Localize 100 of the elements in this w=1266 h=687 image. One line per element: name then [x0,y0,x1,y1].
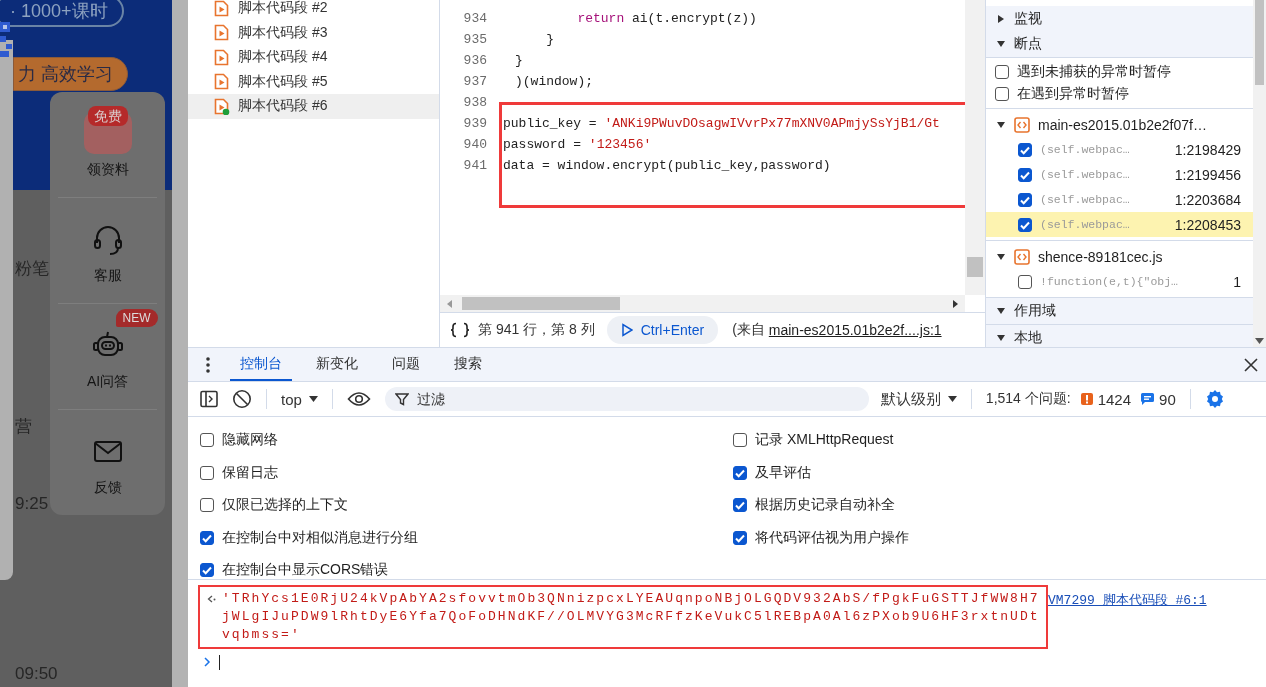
section-header[interactable]: 作用域 [986,298,1253,325]
issues-label: 1,514 个问题: [985,390,1071,408]
item-label: AI问答 [86,372,129,391]
file-item[interactable]: 脚本代码段 #5 [188,69,439,94]
settings-icon[interactable] [1204,389,1225,409]
section-header[interactable]: 本地 [986,325,1253,347]
result-arrow-icon [206,594,216,604]
script-file-icon [1014,248,1030,265]
more-options-icon[interactable] [206,356,210,373]
setting-label: 将代码评估视为用户操作 [755,528,909,547]
tab[interactable]: 控制台 [230,348,292,381]
line-number: 939 [462,116,487,131]
checkbox[interactable] [1018,167,1032,182]
setting-label: 及早评估 [755,463,811,482]
script-file-icon [1014,116,1030,133]
page-text: 09:50 [15,663,58,685]
text-cursor [219,654,220,670]
collapse-triangle-icon[interactable] [996,39,1006,49]
scroll-down-icon [1255,338,1264,344]
code-line: } [514,53,523,68]
close-icon[interactable] [1244,357,1258,372]
file-item[interactable]: 脚本代码段 #4 [188,45,439,70]
checkbox[interactable] [200,498,214,513]
section-header[interactable]: 监视 [986,6,1253,31]
breakpoint-location: 1:2199456 [1174,166,1242,183]
page-text: 营 [15,416,32,438]
warning-badge-icon [1080,393,1093,405]
checkbox[interactable] [200,563,214,578]
clear-console-icon[interactable] [232,389,252,409]
tab[interactable]: 问题 [382,348,430,381]
filter-field[interactable]: 过滤 [384,387,869,411]
option-label: 在遇到异常时暂停 [1017,85,1129,103]
checkbox[interactable] [1018,274,1032,289]
breakpoint-code: (self.webpac… [1040,168,1131,181]
file-item[interactable]: 脚本代码段 #2 [188,0,439,21]
source-link[interactable]: VM7299 脚本代码段 #6:1 [1048,591,1207,609]
sidebar-item[interactable]: NEW AI问答 [58,303,157,409]
context-dropdown[interactable]: top [281,390,318,408]
collapse-triangle-icon[interactable] [996,251,1006,262]
breakpoint-row[interactable]: !function(e,t){"obj… 1 [986,269,1253,294]
checkbox[interactable] [733,498,747,513]
checkbox[interactable] [733,465,747,480]
checkbox[interactable] [1018,192,1032,207]
breakpoint-location: 1:2203684 [1174,191,1242,208]
checkbox[interactable] [995,87,1009,101]
section-header[interactable]: 断点 [986,31,1253,58]
issue-count[interactable]: 90 [1141,390,1176,408]
checkbox[interactable] [733,433,747,448]
log-level-dropdown[interactable]: 默认级别 [880,389,957,409]
sidebar-item[interactable]: 客服 [58,197,157,303]
checkbox[interactable] [1018,142,1032,157]
scrollbar-thumb[interactable] [1255,0,1264,85]
result-text: 'TRhYcs1E0RjU24kVpAbYA2sfovvtmOb3QNnizpcxLYEAUqnpoNBjOLGQDV932AbS/fPgkFuGSTTJfWW8H7jWLgIJuPDW9lRhtDyE6Yfa7QoFoDHNdKF//OLMVYG3McRFfzKeVukC5lREBpA0Al6zPXob9U6HF3rxtnUDtvqbmss=' [222,590,1041,644]
collapse-triangle-icon[interactable] [996,306,1006,316]
sidebar-item[interactable]: 反馈 [58,409,157,515]
file-item[interactable]: 脚本代码段 #3 [188,20,439,45]
scrollbar[interactable] [965,0,985,295]
collapse-triangle-icon[interactable] [996,333,1006,343]
file-item[interactable]: 脚本代码段 #6 [188,94,439,119]
eye-icon[interactable] [346,391,371,407]
source-link[interactable]: main-es2015.01b2e2f....js:1 [768,322,942,338]
breakpoint-row[interactable]: (self.webpac… 1:2208453 [986,212,1253,237]
checkbox[interactable] [733,530,747,545]
checkbox[interactable] [995,65,1009,79]
scrollbar-thumb[interactable] [462,297,620,310]
code-line: data = window.encrypt(public_key,password) [502,158,831,173]
line-number: 936 [462,53,487,68]
pretty-print-icon[interactable] [450,322,470,338]
breakpoint-row[interactable]: (self.webpac… 1:2198429 [986,137,1253,162]
breakpoint-row[interactable]: (self.webpac… 1:2203684 [986,187,1253,212]
sidebar-toggle-icon[interactable] [200,390,218,408]
tab[interactable]: 搜索 [444,348,492,381]
play-icon [620,323,633,337]
sidebar-item[interactable]: 免费 领资料 [50,92,165,197]
tab[interactable]: 新变化 [306,348,368,381]
setting-label: 仅限已选择的上下文 [222,496,348,515]
scrollbar[interactable] [440,295,965,312]
checkbox[interactable] [1018,217,1032,232]
scrollbar[interactable] [1253,0,1266,347]
breakpoint-location: 1 [1233,273,1242,290]
prompt-chevron-icon [203,657,211,667]
issue-count[interactable]: 1424 [1080,390,1132,408]
caret-icon [947,396,957,402]
checkbox[interactable] [200,433,214,448]
snippet-file-icon [214,24,230,42]
code-line: return ai(t.encrypt(z)) [576,11,757,26]
code-editor[interactable]: 934 return ai(t.encrypt(z)) 935 } 936 } 937 )(window); 938 939 public_key = 'ANKi9PWuvDOsagwIVvrPx77mXNV0APmjySsYjB1/Gt 940 password = '123456' 941 data = window.encrypt(public_key,password) [440,0,965,295]
checkbox[interactable] [200,465,214,480]
collapse-triangle-icon[interactable] [996,119,1006,130]
line-number: 935 [462,32,487,47]
scrollbar-thumb[interactable] [967,257,983,277]
line-number: 934 [462,11,487,26]
item-label: 反馈 [93,478,122,497]
checkbox[interactable] [200,530,214,545]
breakpoint-row[interactable]: (self.webpac… 1:2199456 [986,162,1253,187]
line-number: 938 [462,95,487,110]
expand-triangle-icon[interactable] [996,13,1006,24]
scrollbar[interactable] [172,0,188,687]
snippet-file-icon [214,73,230,91]
run-button[interactable]: Ctrl+Enter [606,316,719,344]
